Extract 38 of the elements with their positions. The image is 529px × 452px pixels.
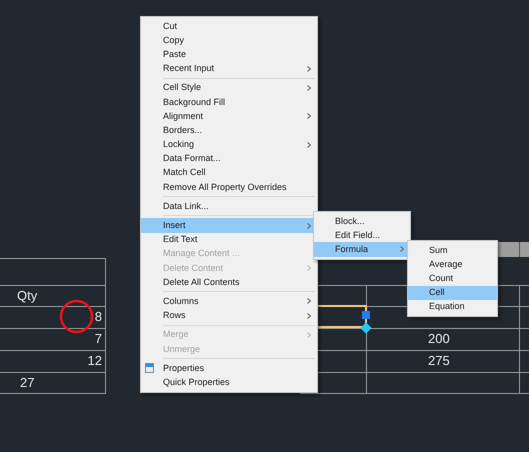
menu-item[interactable]: Paste (141, 47, 317, 62)
properties-icon (145, 363, 154, 374)
table-cell-text: 7 (94, 330, 102, 348)
menu-item[interactable]: Properties (141, 361, 317, 376)
menu-item[interactable]: Data Link... (141, 199, 317, 214)
menu-item[interactable]: Equation (408, 300, 497, 314)
table-cell-text: 12 (88, 352, 102, 370)
menu-item[interactable]: Cell (408, 286, 497, 300)
grip-handle[interactable] (362, 311, 370, 319)
menu-item[interactable]: Average (408, 257, 497, 272)
table-cell-text: 200 (428, 330, 450, 348)
menu-item[interactable]: Recent Input (141, 62, 317, 76)
menu-item[interactable]: Match Cell (141, 166, 317, 180)
menu-item[interactable]: Cut (141, 19, 317, 34)
annotation-circle (59, 299, 94, 334)
menu-item[interactable]: Data Format... (141, 152, 317, 166)
menu-item[interactable]: Columns (141, 294, 317, 309)
menu-item[interactable]: Alignment (141, 109, 317, 124)
menu-item[interactable]: Borders... (141, 123, 317, 138)
table-cell-text: 27 (20, 374, 34, 392)
menu-item[interactable]: Delete All Contents (141, 275, 317, 290)
menu-item[interactable]: Block... (314, 214, 410, 228)
grip-handle[interactable] (360, 322, 372, 334)
menu-item[interactable]: Cell Style (141, 80, 317, 95)
menu-item[interactable]: Count (408, 271, 497, 286)
table-cell-text: 8 (94, 308, 102, 326)
column-header: Qty (17, 287, 38, 305)
menu-item[interactable]: Edit Field... (314, 228, 410, 242)
menu-item[interactable]: Locking (141, 138, 317, 152)
menu-item[interactable]: Background Fill (141, 94, 317, 110)
menu-item[interactable]: Copy (141, 33, 317, 48)
table-cell-text: 275 (428, 352, 450, 370)
menu-item[interactable]: Formula (314, 242, 410, 257)
menu-item[interactable]: Edit Text (141, 232, 317, 247)
menu-item[interactable]: Quick Properties (141, 375, 317, 390)
menu-item[interactable]: Sum (408, 243, 497, 258)
menu-item[interactable]: Remove All Property Overrides (141, 180, 317, 194)
menu-item[interactable]: Rows (141, 308, 317, 323)
